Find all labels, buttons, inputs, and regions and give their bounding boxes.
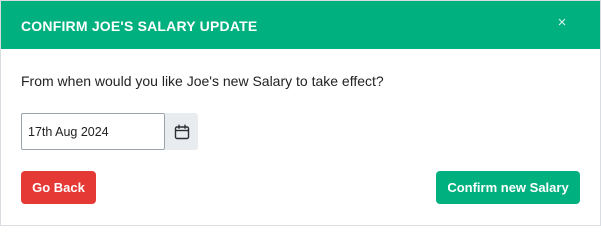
effective-date-picker: [21, 113, 198, 150]
effective-date-question: From when would you like Joe's new Salar…: [21, 73, 384, 89]
calendar-button[interactable]: [165, 113, 198, 150]
effective-date-input[interactable]: [21, 113, 165, 150]
salary-update-dialog: CONFIRM JOE'S SALARY UPDATE × From when …: [0, 0, 601, 226]
close-icon[interactable]: ×: [554, 14, 570, 32]
dialog-header: CONFIRM JOE'S SALARY UPDATE ×: [1, 1, 600, 49]
dialog-title: CONFIRM JOE'S SALARY UPDATE: [21, 17, 258, 34]
confirm-new-salary-button[interactable]: Confirm new Salary: [436, 171, 580, 204]
calendar-icon: [174, 124, 189, 139]
go-back-button[interactable]: Go Back: [21, 171, 96, 204]
